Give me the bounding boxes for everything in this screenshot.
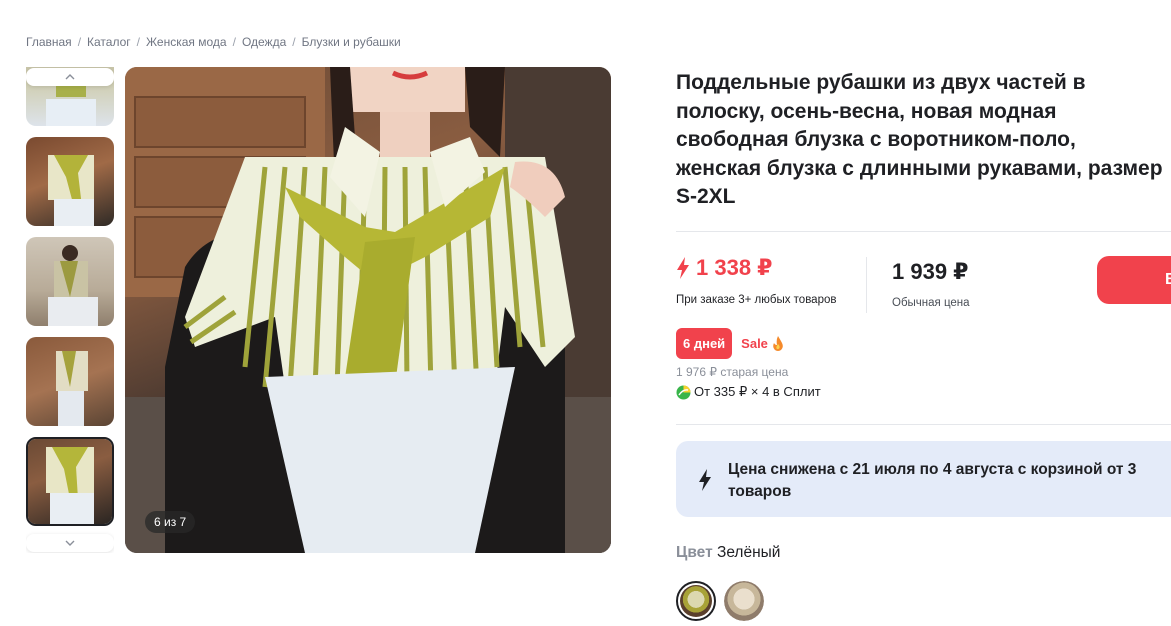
color-label: Цвет Зелёный <box>676 544 780 562</box>
days-left-badge: 6 дней <box>676 328 733 359</box>
thumbnail-5-active[interactable] <box>26 437 114 526</box>
divider <box>676 231 1171 232</box>
breadcrumb-link-blouses[interactable]: Блузки и рубашки <box>302 35 401 49</box>
lightning-icon <box>677 257 689 279</box>
chevron-down-icon <box>65 540 75 546</box>
main-product-image[interactable]: 6 из 7 <box>125 67 611 553</box>
split-logo-icon <box>676 385 691 399</box>
thumbnail-4[interactable] <box>26 337 114 426</box>
thumbnail-scroll-up-button[interactable] <box>26 68 114 86</box>
price-drop-text: Цена снижена с 21 июля по 4 августа с ко… <box>728 461 1137 500</box>
breadcrumb: Главная / Каталог / Женская мода / Одежда / … <box>26 35 401 49</box>
price-drop-banner: Цена снижена с 21 июля по 4 августа с ко… <box>676 441 1171 517</box>
lightning-icon <box>699 469 711 491</box>
chevron-up-icon <box>65 74 75 80</box>
fire-icon <box>773 336 783 351</box>
breadcrumb-link-womens-fashion[interactable]: Женская мода <box>146 35 227 49</box>
thumbnail-image <box>56 351 88 426</box>
color-swatches <box>676 581 764 621</box>
buy-button-label: В <box>1165 271 1171 288</box>
thumbnail-image <box>48 245 98 326</box>
divider <box>676 424 1171 425</box>
split-payment[interactable]: От 335 ₽ × 4 в Сплит <box>676 384 821 400</box>
breadcrumb-link-clothing[interactable]: Одежда <box>242 35 286 49</box>
product-photo <box>125 67 611 553</box>
color-swatch-green[interactable] <box>676 581 716 621</box>
sale-label: Sale <box>741 336 768 351</box>
regular-price-block: 1 939 ₽ Обычная цена <box>892 259 970 309</box>
color-key: Цвет <box>676 544 713 561</box>
regular-price: 1 939 ₽ <box>892 259 969 284</box>
old-price-text: 1 976 ₽ старая цена <box>676 365 789 379</box>
promo-badges: 6 дней Sale <box>676 328 784 359</box>
thumbnail-2[interactable] <box>26 137 114 226</box>
color-swatch-2[interactable] <box>724 581 764 621</box>
color-value: Зелёный <box>716 544 781 561</box>
regular-price-label: Обычная цена <box>892 297 970 309</box>
sale-badge: Sale <box>741 336 784 351</box>
breadcrumb-link-catalog[interactable]: Каталог <box>87 35 131 49</box>
image-counter: 6 из 7 <box>145 511 196 533</box>
buy-button[interactable]: В <box>1097 256 1171 304</box>
price-divider <box>866 257 867 313</box>
thumbnail-3[interactable] <box>26 237 114 326</box>
discount-price-block: 1 338 ₽ При заказе 3+ любых товаров <box>676 255 836 306</box>
thumbnail-image <box>46 447 94 524</box>
thumbnail-strip <box>26 67 114 553</box>
discount-price-condition: При заказе 3+ любых товаров <box>676 294 837 306</box>
thumbnail-image <box>48 155 94 226</box>
discount-price: 1 338 ₽ <box>696 255 773 280</box>
product-title: Поддельные рубашки из двух частей в поло… <box>676 71 1163 208</box>
breadcrumb-link-home[interactable]: Главная <box>26 35 72 49</box>
thumbnail-scroll-down-button[interactable] <box>26 534 114 552</box>
split-payment-text: От 335 ₽ × 4 в Сплит <box>694 384 821 399</box>
